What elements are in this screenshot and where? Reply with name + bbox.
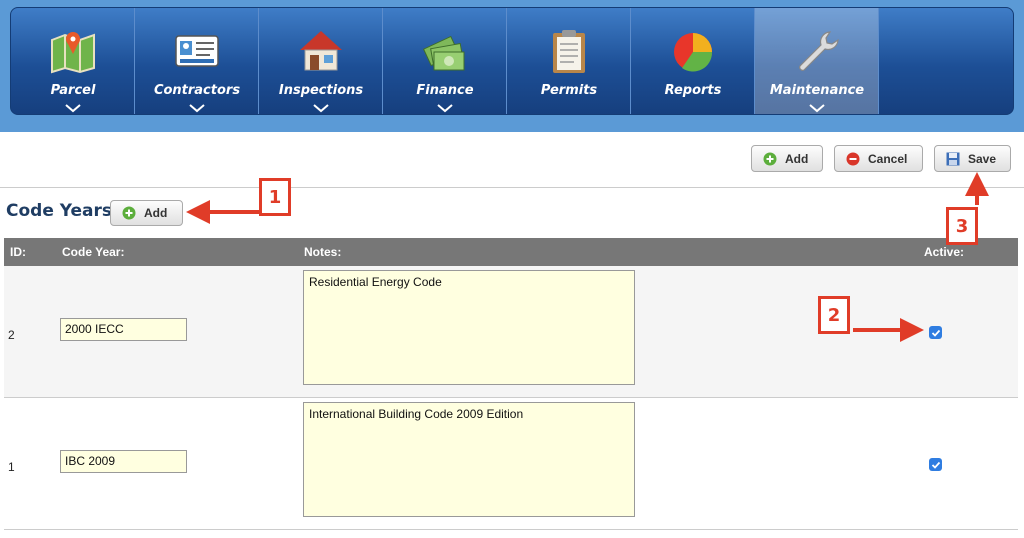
plus-circle-icon: [763, 152, 777, 165]
nav-item-maintenance[interactable]: Maintenance: [755, 8, 879, 114]
nav-label: Finance: [416, 83, 474, 98]
house-icon: [300, 31, 342, 71]
nav-label: Permits: [540, 83, 598, 98]
active-checkbox[interactable]: [929, 326, 942, 339]
add-code-year-button[interactable]: Add: [110, 200, 183, 226]
callout-1: 1: [259, 178, 291, 216]
divider: [0, 187, 1024, 188]
row-id: 1: [8, 460, 15, 474]
code-year-input[interactable]: 2000 IECC: [60, 318, 187, 341]
chevron-down-icon: [189, 104, 205, 113]
minus-circle-icon: [846, 152, 860, 165]
header-notes: Notes:: [304, 245, 342, 259]
nav-label: Parcel: [50, 83, 96, 98]
active-checkbox[interactable]: [929, 458, 942, 471]
nav-label: Reports: [664, 83, 722, 98]
nav-item-contractors[interactable]: Contractors: [135, 8, 259, 114]
main-nav: Parcel Contractors Inspections Finance P…: [10, 7, 1014, 115]
add-code-year-label: Add: [144, 206, 168, 220]
pie-chart-icon: [674, 33, 713, 72]
plus-circle-icon: [122, 206, 136, 220]
nav-label: Inspections: [278, 83, 364, 98]
save-button[interactable]: Save: [934, 145, 1011, 172]
add-button[interactable]: Add: [751, 145, 823, 172]
notes-textarea[interactable]: Residential Energy Code: [303, 270, 635, 385]
nav-label: Contractors: [153, 83, 241, 98]
header-id: ID:: [10, 245, 26, 259]
save-button-label: Save: [968, 151, 997, 166]
row-id: 2: [8, 328, 15, 342]
nav-item-finance[interactable]: Finance: [383, 8, 507, 114]
page-title: Code Years: [6, 201, 113, 221]
header-code-year: Code Year:: [62, 245, 125, 259]
nav-item-permits[interactable]: Permits: [507, 8, 631, 114]
table-header: ID: Code Year: Notes: Active:: [4, 238, 1018, 266]
chevron-down-icon: [809, 104, 825, 113]
nav-item-inspections[interactable]: Inspections: [259, 8, 383, 114]
header-active: Active:: [924, 245, 965, 259]
cancel-button-label: Cancel: [868, 151, 908, 166]
checkmark-icon: [931, 329, 940, 337]
money-icon: [422, 35, 465, 71]
add-button-label: Add: [785, 151, 809, 166]
clipboard-icon: [553, 30, 585, 73]
callout-2: 2: [818, 296, 850, 334]
chevron-down-icon: [437, 104, 453, 113]
wrench-icon: [799, 31, 839, 71]
callout-3: 3: [946, 207, 978, 245]
nav-item-reports[interactable]: Reports: [631, 8, 755, 114]
cancel-button[interactable]: Cancel: [834, 145, 923, 172]
code-year-input[interactable]: IBC 2009: [60, 450, 187, 473]
checkmark-icon: [931, 461, 940, 469]
chevron-down-icon: [65, 104, 81, 113]
id-card-icon: [175, 35, 219, 67]
map-icon: [51, 32, 95, 74]
nav-item-parcel[interactable]: Parcel: [11, 8, 135, 114]
nav-label: Maintenance: [769, 83, 865, 98]
table-row: 2 2000 IECC Residential Energy Code: [4, 266, 1018, 398]
floppy-disk-icon: [946, 152, 960, 165]
notes-textarea[interactable]: International Building Code 2009 Edition: [303, 402, 635, 517]
chevron-down-icon: [313, 104, 329, 113]
table-row: 1 IBC 2009 International Building Code 2…: [4, 398, 1018, 530]
